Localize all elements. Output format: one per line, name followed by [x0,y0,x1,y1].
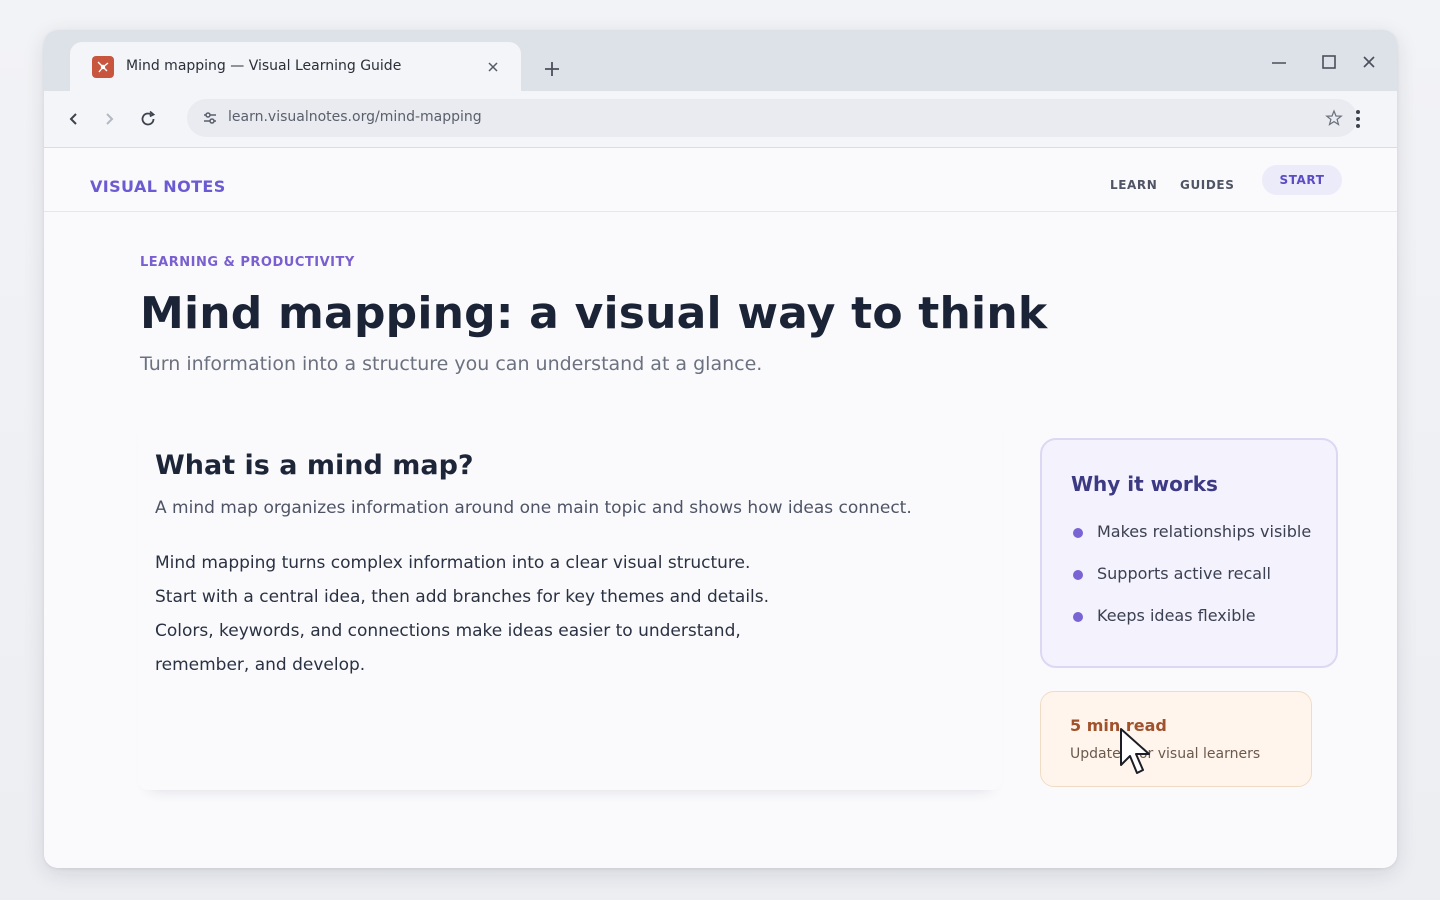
list-item: Supports active recall [1071,564,1311,606]
back-icon[interactable] [61,106,87,132]
list-item-label: Keeps ideas flexible [1097,606,1256,625]
maximize-icon[interactable] [1318,51,1340,73]
mouse-cursor-icon [1120,728,1150,774]
url-text[interactable]: learn.visualnotes.org/mind-mapping [228,109,482,125]
site-info-icon[interactable] [201,109,219,127]
web-page: VISUAL NOTES LEARN GUIDES START LEARNING… [44,148,1397,868]
forward-icon[interactable] [96,106,122,132]
new-tab-icon[interactable] [540,57,564,81]
tab-strip: Mind mapping — Visual Learning Guide [44,30,1397,92]
browser-toolbar: learn.visualnotes.org/mind-mapping [44,91,1397,148]
list-item-label: Makes relationships visible [1097,522,1312,541]
category-eyebrow: LEARNING & PRODUCTIVITY [140,255,355,270]
body-line: Colors, keywords, and connections make i… [155,621,741,641]
menu-kebab-icon[interactable] [1346,107,1370,131]
list-item: Makes relationships visible [1071,522,1311,564]
reload-icon[interactable] [135,106,161,132]
body-line: remember, and develop. [155,655,366,675]
site-header: VISUAL NOTES LEARN GUIDES START [44,148,1397,212]
bullet-dot-icon [1073,612,1083,622]
read-time-subtitle: Updated for visual learners [1070,746,1261,762]
why-list: Makes relationships visible Supports act… [1071,522,1311,648]
body-paragraph: Mind mapping turns complex information i… [155,546,769,682]
nav-link-learn[interactable]: LEARN [1110,178,1157,192]
bullet-dot-icon [1073,570,1083,580]
browser-window: Mind mapping — Visual Learning Guide lea… [44,30,1397,868]
address-bar[interactable]: learn.visualnotes.org/mind-mapping [187,99,1357,137]
mind-map-favicon-icon [92,56,114,78]
page-title: Mind mapping: a visual way to think [140,288,1048,339]
minimize-icon[interactable] [1268,51,1290,73]
content-card: What is a mind map? A mind map organizes… [138,410,1002,790]
lead-paragraph: A mind map organizes information around … [155,498,912,518]
page-subtitle: Turn information into a structure you ca… [140,353,763,375]
nav-link-guides[interactable]: GUIDES [1180,178,1234,192]
bullet-dot-icon [1073,528,1083,538]
body-line: Start with a central idea, then add bran… [155,587,770,607]
browser-tab[interactable]: Mind mapping — Visual Learning Guide [70,42,521,92]
read-time-card: 5 min read Updated for visual learners [1040,691,1312,787]
bookmark-star-icon[interactable] [1323,107,1345,129]
brand-logo[interactable]: VISUAL NOTES [90,177,226,196]
start-button[interactable]: START [1262,165,1342,195]
why-it-works-card: Why it works Makes relationships visible… [1040,438,1338,668]
tab-close-icon[interactable] [483,57,503,77]
list-item-label: Supports active recall [1097,564,1271,583]
tab-title: Mind mapping — Visual Learning Guide [126,58,402,74]
why-card-title: Why it works [1071,472,1218,496]
desktop: Mind mapping — Visual Learning Guide lea… [0,0,1440,900]
list-item: Keeps ideas flexible [1071,606,1311,648]
body-line: Mind mapping turns complex information i… [155,553,751,573]
close-window-icon[interactable] [1358,51,1380,73]
section-heading: What is a mind map? [155,450,474,481]
